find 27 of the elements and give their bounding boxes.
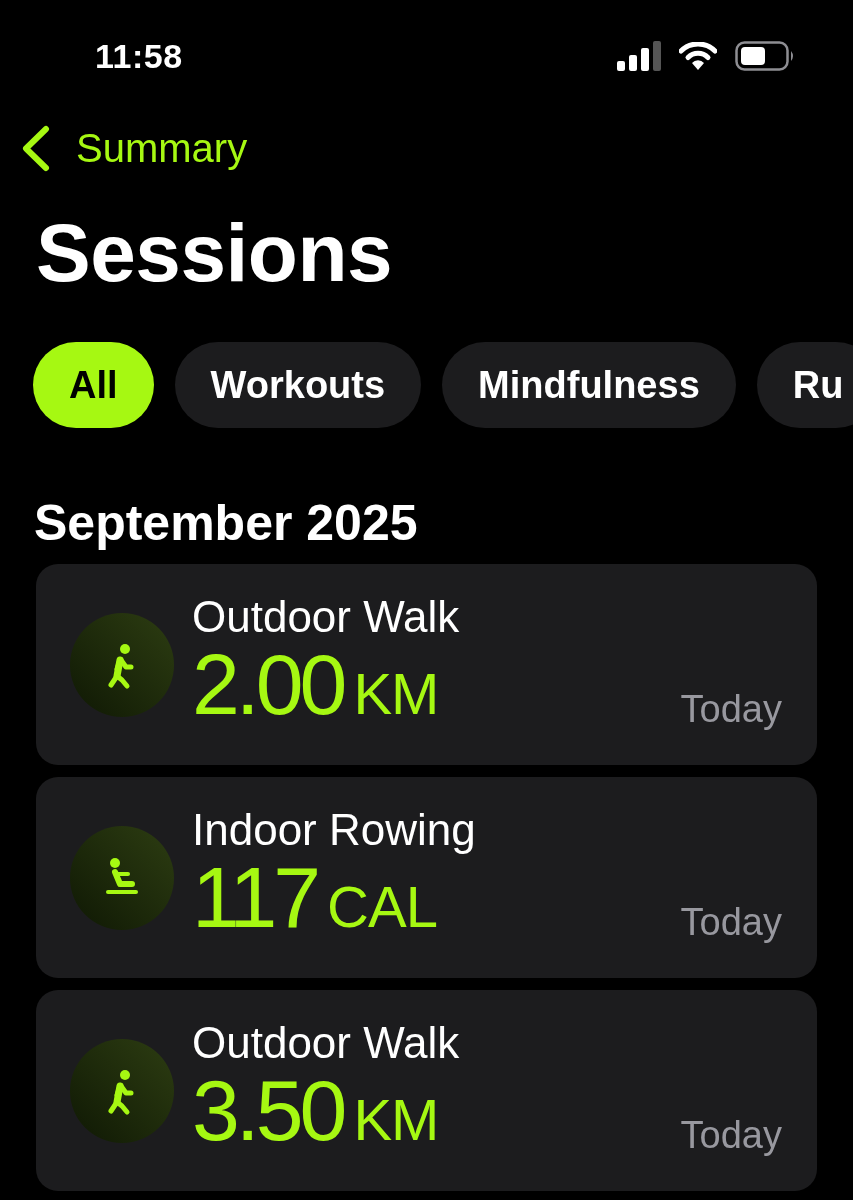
battery-icon (735, 41, 795, 71)
section-heading: September 2025 (34, 498, 419, 548)
rowing-figure-icon (70, 825, 174, 930)
filter-chip[interactable]: All (33, 342, 154, 428)
chevron-left-icon (20, 124, 50, 172)
signal-icon (617, 41, 661, 71)
session-metric: 2.00 KM (192, 640, 440, 734)
page-title: Sessions (36, 212, 394, 294)
status-time: 11:58 (95, 36, 183, 76)
walking-figure-icon (70, 1038, 174, 1143)
session-name: Outdoor Walk (192, 592, 461, 641)
walking-figure-icon (70, 612, 174, 717)
session-metric: 3.50 KM (192, 1066, 440, 1160)
wifi-icon (679, 42, 717, 70)
session-date: Today (680, 1116, 782, 1154)
session-date: Today (680, 690, 782, 728)
session-name: Outdoor Walk (192, 1018, 461, 1067)
session-metric: 117 CAL (192, 853, 437, 947)
session-card[interactable]: Indoor Rowing 117 CAL Today (36, 777, 817, 978)
filter-chip[interactable]: Ru (756, 342, 853, 428)
session-date: Today (680, 903, 782, 941)
back-button[interactable]: Summary (20, 124, 248, 172)
session-card[interactable]: Outdoor Walk 2.00 KM Today (36, 564, 817, 765)
session-card[interactable]: Outdoor Walk 3.50 KM Today (36, 990, 817, 1191)
filter-chip[interactable]: Mindfulness (442, 342, 736, 428)
session-name: Indoor Rowing (192, 805, 477, 854)
filter-chip[interactable]: Workouts (174, 342, 422, 428)
